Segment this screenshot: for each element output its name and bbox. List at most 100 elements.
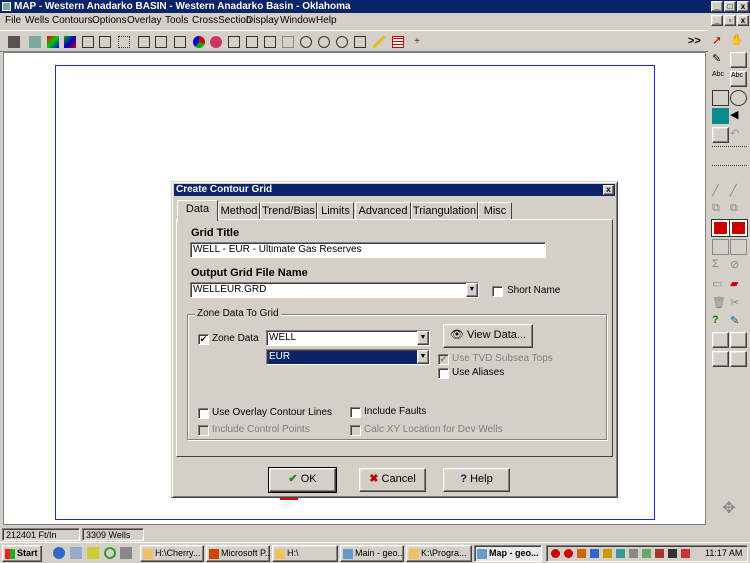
tab-triangulation[interactable]: Triangulation [411, 202, 478, 220]
line-dash-icon[interactable] [730, 146, 747, 162]
quicklaunch-icon[interactable] [87, 547, 99, 559]
tab-limits[interactable]: Limits [317, 202, 354, 220]
tab-data[interactable]: Data [177, 200, 218, 221]
zoom-in-icon[interactable] [298, 34, 314, 50]
well-list-icon[interactable] [116, 34, 132, 50]
desktop-icon[interactable] [70, 547, 82, 559]
copy-icon[interactable]: ⧉ [712, 202, 729, 218]
post-data-icon[interactable] [80, 34, 96, 50]
start-button[interactable]: Start [2, 545, 42, 562]
profile-icon[interactable] [262, 34, 278, 50]
task-cherry[interactable]: H:\Cherry... [140, 545, 204, 562]
zoom-out-icon[interactable] [316, 34, 332, 50]
diag-line-icon[interactable]: ╱ [712, 184, 729, 200]
maximize-button[interactable]: □ [724, 1, 736, 12]
output-grid-combo[interactable]: WELLEUR.GRD ▼ [190, 282, 479, 298]
tab-trend-bias[interactable]: Trend/Bias [260, 202, 317, 220]
include-control-checkbox[interactable] [198, 425, 209, 436]
menu-display[interactable]: Display [246, 15, 279, 27]
tray-icon[interactable] [564, 549, 573, 558]
no-icon[interactable]: ⊘ [730, 258, 747, 274]
menu-file[interactable]: File [5, 15, 21, 27]
tray-icon[interactable] [603, 549, 612, 558]
misc-icon[interactable] [120, 547, 132, 559]
calc-xy-checkbox[interactable] [350, 425, 361, 436]
scissors-icon[interactable]: ✂ [730, 296, 747, 312]
task-main[interactable]: Main - geo... [340, 545, 404, 562]
fault-icon[interactable] [226, 34, 242, 50]
undo-icon[interactable]: ↶ [730, 127, 747, 143]
browser-icon[interactable] [53, 547, 65, 559]
cancel-button[interactable]: ✖ Cancel [359, 468, 426, 492]
arrow-left-icon[interactable]: ◀ [730, 108, 747, 124]
tab-misc[interactable]: Misc [478, 202, 512, 220]
include-faults-checkbox[interactable] [350, 407, 361, 418]
rectangle-tool-icon[interactable] [712, 90, 729, 106]
ellipse-tool-icon[interactable] [730, 90, 747, 106]
select-arrow-icon[interactable]: ➚ [712, 33, 729, 49]
edit-icon[interactable]: ✎ [730, 314, 747, 330]
volume-icon[interactable] [681, 549, 690, 558]
frame-icon[interactable] [730, 239, 747, 255]
erase-icon[interactable]: ▰ [730, 277, 747, 293]
chevron-down-icon[interactable]: ▼ [417, 350, 429, 364]
close-button[interactable]: x [737, 1, 749, 12]
menu-options[interactable]: Options [92, 15, 126, 27]
use-aliases-checkbox[interactable] [438, 368, 449, 379]
group-icon[interactable] [712, 332, 729, 348]
pencil-icon[interactable] [371, 34, 387, 50]
line-red-icon[interactable] [729, 219, 748, 237]
print-icon[interactable] [6, 34, 22, 50]
cross-section-icon[interactable] [136, 34, 152, 50]
well-spot-icon[interactable] [97, 34, 113, 50]
zone-field-combo[interactable]: EUR ▼ [266, 349, 430, 365]
pan-arrows-icon[interactable]: ✥ [716, 498, 742, 522]
ungroup-icon[interactable] [730, 332, 747, 348]
table-icon[interactable] [172, 34, 188, 50]
compass-icon[interactable]: + [409, 34, 425, 50]
send-back-icon[interactable] [730, 351, 747, 367]
paste-icon[interactable]: ⧉ [730, 202, 747, 218]
menu-help[interactable]: Help [316, 15, 337, 27]
menu-overlay[interactable]: Overlay [127, 15, 161, 27]
line-width-icon[interactable] [730, 165, 747, 181]
freehand-icon[interactable] [730, 52, 747, 68]
fill-red-icon[interactable] [711, 219, 730, 237]
rectangle-icon[interactable] [280, 34, 296, 50]
use-tvd-checkbox[interactable]: ✔ [438, 354, 449, 365]
color-fill-icon[interactable] [45, 34, 61, 50]
zoom-extents-icon[interactable] [334, 34, 350, 50]
help-icon[interactable]: ? [712, 314, 729, 330]
sum-icon[interactable]: Σ [712, 258, 729, 274]
tray-icon[interactable] [616, 549, 625, 558]
toolbar-overflow-button[interactable]: >> [688, 35, 701, 47]
view-data-button[interactable]: 👁 View Data... [443, 324, 533, 348]
task-map-active[interactable]: Map - geo... [474, 545, 542, 562]
tray-icon[interactable] [629, 549, 638, 558]
contour-map-icon[interactable] [27, 34, 43, 50]
zone-combo[interactable]: WELL ▼ [266, 330, 430, 346]
doc-close-button[interactable]: x [737, 15, 749, 26]
text-box-icon[interactable]: Abc [730, 71, 747, 87]
line-style-icon[interactable] [712, 165, 729, 181]
symbol-icon[interactable] [712, 108, 729, 124]
network-icon[interactable] [104, 547, 116, 559]
grid-color-icon[interactable] [62, 34, 78, 50]
picture-icon[interactable] [352, 34, 368, 50]
dialog-close-button[interactable]: x [603, 185, 614, 195]
menu-wells[interactable]: Wells [25, 15, 49, 27]
red-grid-icon[interactable] [390, 34, 406, 50]
use-overlay-checkbox[interactable] [198, 408, 209, 419]
task-h-drive[interactable]: H:\ [272, 545, 338, 562]
tray-icon[interactable] [642, 549, 651, 558]
box-icon[interactable] [712, 239, 729, 255]
layers-icon[interactable]: ▭ [712, 277, 729, 293]
text-icon[interactable]: Abc [712, 71, 729, 87]
doc-minimize-button[interactable]: _ [711, 15, 723, 26]
zone-data-checkbox[interactable]: ✔ [198, 334, 209, 345]
line-dotted-icon[interactable] [712, 146, 729, 162]
leases-icon[interactable] [244, 34, 260, 50]
tray-icon[interactable] [590, 549, 599, 558]
bubble-map-icon[interactable] [208, 34, 224, 50]
task-powerpoint[interactable]: Microsoft P... [206, 545, 270, 562]
